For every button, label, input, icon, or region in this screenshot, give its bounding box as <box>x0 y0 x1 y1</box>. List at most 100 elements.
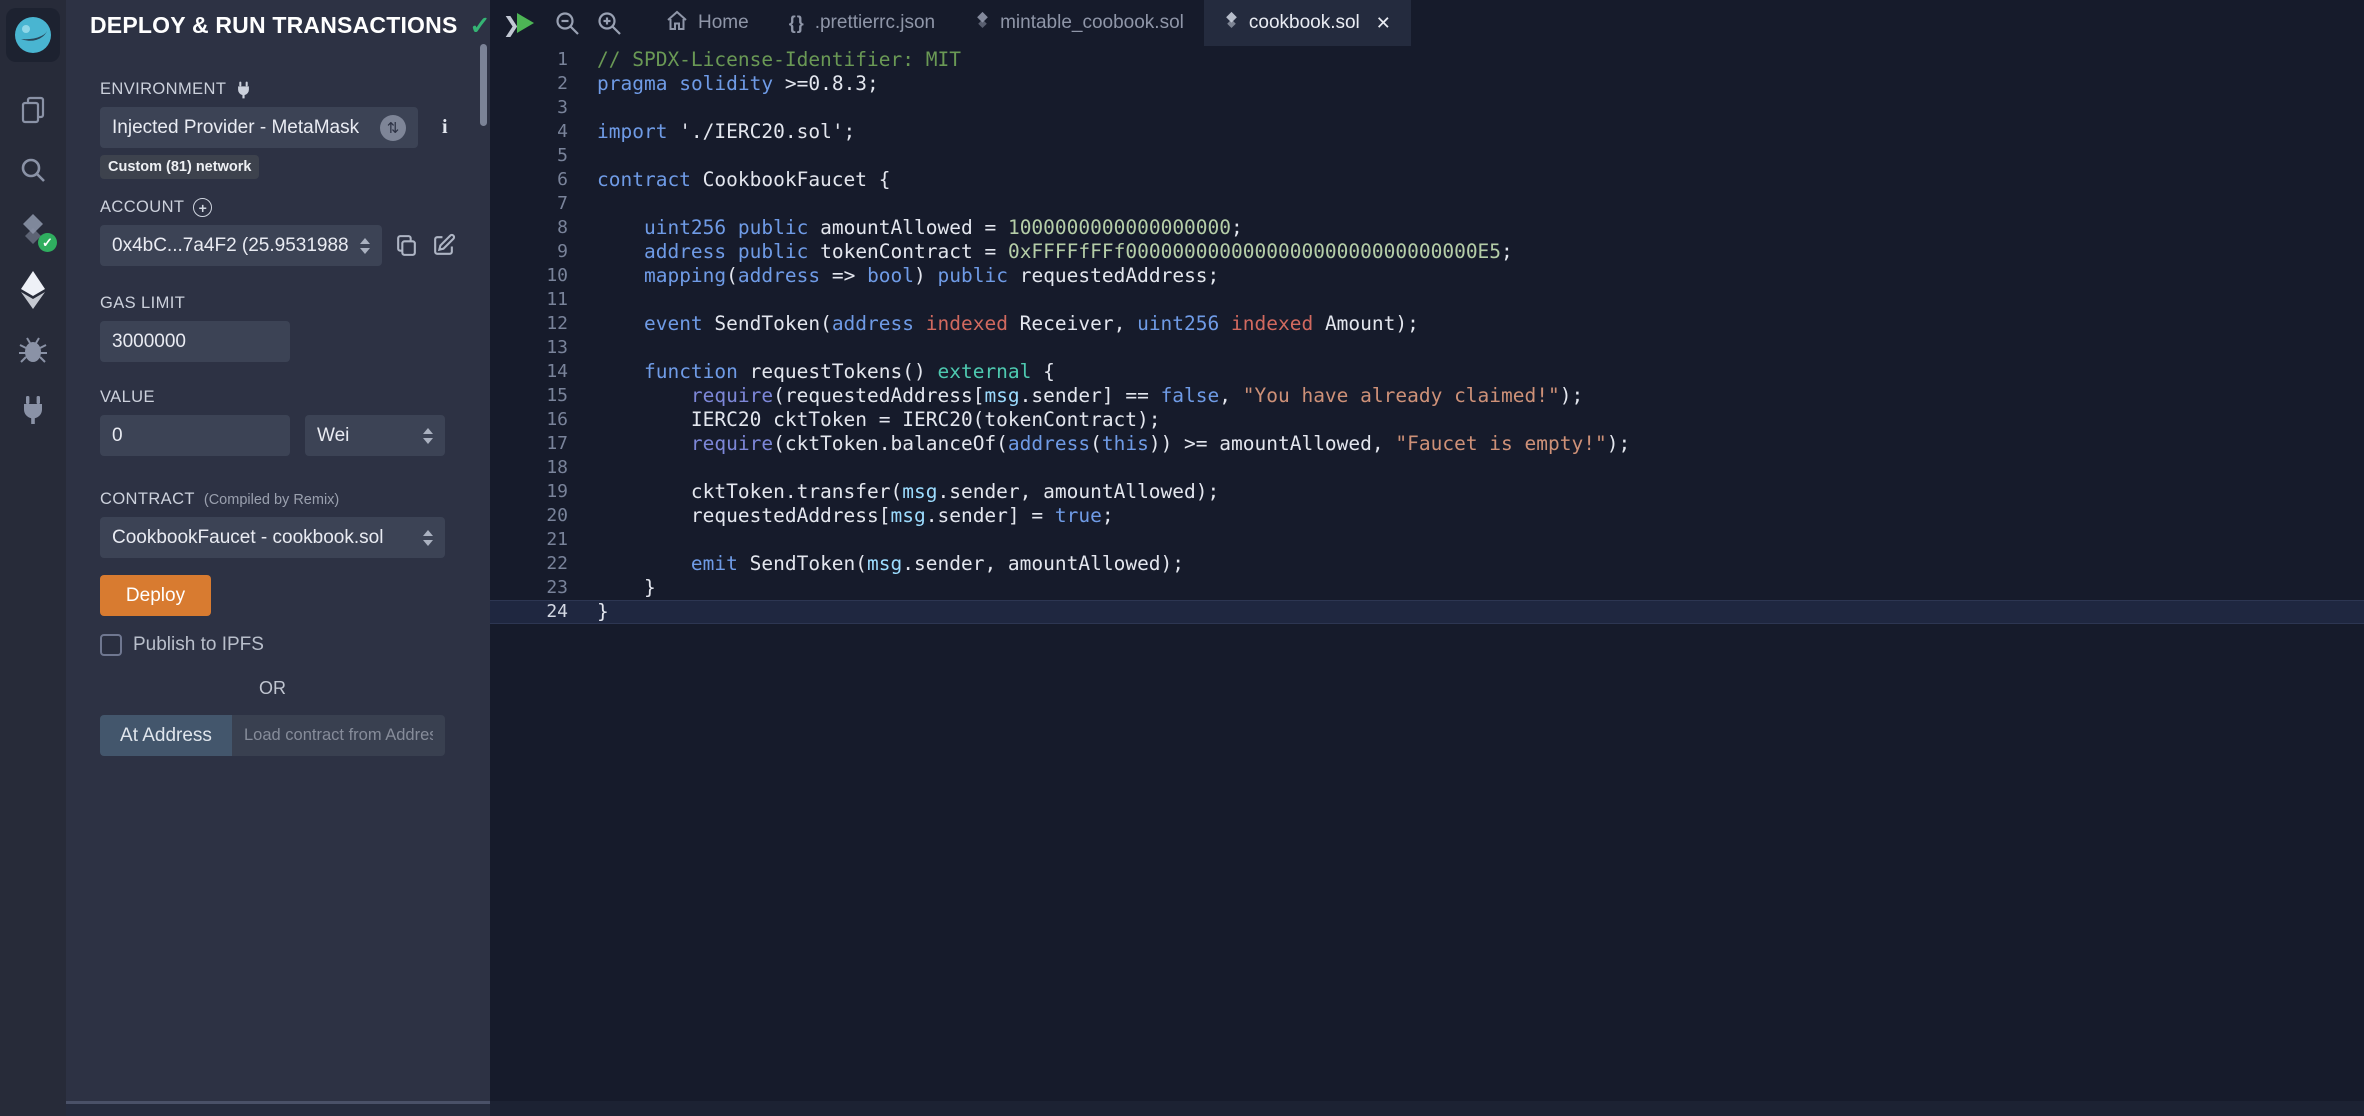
tab-label: Home <box>698 12 749 34</box>
select-stepper-icon <box>360 238 370 254</box>
code-line[interactable]: 24} <box>490 600 2364 624</box>
debugger-icon[interactable] <box>0 320 66 380</box>
contract-label: CONTRACT <box>100 490 195 509</box>
code-line[interactable]: 18 <box>490 456 2364 480</box>
code-line[interactable]: 7 <box>490 192 2364 216</box>
code-line-text: pragma solidity >=0.8.3; <box>580 72 879 96</box>
tab-prettierrc[interactable]: {} .prettierrc.json <box>769 0 955 46</box>
code-line[interactable]: 3 <box>490 96 2364 120</box>
code-line-text <box>580 192 597 216</box>
code-line[interactable]: 11 <box>490 288 2364 312</box>
code-line-text: import './IERC20.sol'; <box>580 120 855 144</box>
line-number: 4 <box>490 120 580 144</box>
editor-area: Home {} .prettierrc.json mintable_cooboo… <box>490 0 2364 1116</box>
tab-home[interactable]: Home <box>646 0 769 46</box>
code-line[interactable]: 5 <box>490 144 2364 168</box>
code-line[interactable]: 12 event SendToken(address indexed Recei… <box>490 312 2364 336</box>
remix-logo[interactable] <box>6 8 60 62</box>
code-line[interactable]: 9 address public tokenContract = 0xFFFFf… <box>490 240 2364 264</box>
home-icon <box>666 10 688 37</box>
publish-ipfs-checkbox[interactable] <box>100 634 122 656</box>
code-line[interactable]: 19 cktToken.transfer(msg.sender, amountA… <box>490 480 2364 504</box>
environment-select[interactable]: Injected Provider - MetaMask ⇅ <box>100 107 418 148</box>
environment-label: ENVIRONMENT <box>100 80 226 99</box>
line-number: 23 <box>490 576 580 600</box>
gas-limit-input[interactable] <box>100 321 290 362</box>
braces-icon: {} <box>789 13 805 34</box>
code-line[interactable]: 21 <box>490 528 2364 552</box>
contract-sublabel: (Compiled by Remix) <box>204 492 339 508</box>
value-label: VALUE <box>100 388 456 407</box>
line-number: 7 <box>490 192 580 216</box>
environment-switch-icon[interactable]: ⇅ <box>380 115 406 141</box>
search-icon[interactable] <box>0 140 66 200</box>
line-number: 22 <box>490 552 580 576</box>
line-number: 18 <box>490 456 580 480</box>
code-line[interactable]: 15 require(requestedAddress[msg.sender] … <box>490 384 2364 408</box>
code-line[interactable]: 13 <box>490 336 2364 360</box>
code-line[interactable]: 20 requestedAddress[msg.sender] = true; <box>490 504 2364 528</box>
copy-account-icon[interactable] <box>394 233 419 258</box>
compile-success-check-icon: ✓ <box>38 233 57 252</box>
account-value: 0x4bC...7a4F2 (25.9531988 <box>112 235 349 257</box>
plug-icon <box>235 81 252 99</box>
code-line-text: event SendToken(address indexed Receiver… <box>580 312 1419 336</box>
icon-sidebar: ✓ <box>0 0 66 1116</box>
value-input[interactable] <box>100 415 290 456</box>
code-line[interactable]: 10 mapping(address => bool) public reque… <box>490 264 2364 288</box>
contract-label-row: CONTRACT (Compiled by Remix) <box>100 490 456 509</box>
tab-cookbook[interactable]: cookbook.sol ✕ <box>1204 0 1411 46</box>
at-address-input[interactable] <box>232 715 445 756</box>
code-line[interactable]: 23 } <box>490 576 2364 600</box>
tab-mintable-coobook[interactable]: mintable_coobook.sol <box>955 0 1204 46</box>
deploy-button[interactable]: Deploy <box>100 575 211 616</box>
code-line-text: emit SendToken(msg.sender, amountAllowed… <box>580 552 1184 576</box>
value-unit-select[interactable]: Wei <box>305 415 445 456</box>
code-content[interactable]: 1// SPDX-License-Identifier: MIT2pragma … <box>490 46 2364 1116</box>
code-line-text: require(cktToken.balanceOf(address(this)… <box>580 432 1630 456</box>
account-label-row: ACCOUNT + <box>100 198 456 217</box>
deploy-run-panel: DEPLOY & RUN TRANSACTIONS ✓ ❯ ENVIRONMEN… <box>66 0 490 1116</box>
code-line[interactable]: 4import './IERC20.sol'; <box>490 120 2364 144</box>
code-line-text <box>580 528 597 552</box>
collapse-chevron-icon[interactable]: ❯ <box>502 13 520 38</box>
contract-select[interactable]: CookbookFaucet - cookbook.sol <box>100 517 445 558</box>
code-line-text: contract CookbookFaucet { <box>580 168 891 192</box>
line-number: 15 <box>490 384 580 408</box>
code-line-text <box>580 96 597 120</box>
code-line[interactable]: 8 uint256 public amountAllowed = 1000000… <box>490 216 2364 240</box>
environment-info-icon[interactable]: i <box>442 116 448 139</box>
code-line[interactable]: 14 function requestTokens() external { <box>490 360 2364 384</box>
zoom-in-icon[interactable] <box>588 0 630 46</box>
code-line-text: IERC20 cktToken = IERC20(tokenContract); <box>580 408 1161 432</box>
editor-tabbar: Home {} .prettierrc.json mintable_cooboo… <box>490 0 2364 46</box>
panel-header: DEPLOY & RUN TRANSACTIONS ✓ ❯ <box>66 0 490 50</box>
code-line[interactable]: 16 IERC20 cktToken = IERC20(tokenContrac… <box>490 408 2364 432</box>
remix-ide-window: ✓ DEPLOY & R <box>0 0 2364 1116</box>
panel-scrollbar[interactable] <box>480 44 487 126</box>
bottom-divider <box>66 1101 2364 1116</box>
solidity-file-icon <box>975 11 990 36</box>
account-select[interactable]: 0x4bC...7a4F2 (25.9531988 <box>100 225 382 266</box>
code-line[interactable]: 2pragma solidity >=0.8.3; <box>490 72 2364 96</box>
add-account-icon[interactable]: + <box>193 198 212 217</box>
line-number: 12 <box>490 312 580 336</box>
code-line[interactable]: 1// SPDX-License-Identifier: MIT <box>490 48 2364 72</box>
at-address-button[interactable]: At Address <box>100 715 232 756</box>
zoom-out-icon[interactable] <box>546 0 588 46</box>
code-line-text: function requestTokens() external { <box>580 360 1055 384</box>
solidity-compiler-icon[interactable]: ✓ <box>0 200 66 260</box>
panel-resize-handle[interactable] <box>66 1101 490 1116</box>
close-tab-icon[interactable]: ✕ <box>1376 13 1391 34</box>
code-line[interactable]: 6contract CookbookFaucet { <box>490 168 2364 192</box>
code-line-text <box>580 336 597 360</box>
code-line[interactable]: 17 require(cktToken.balanceOf(address(th… <box>490 432 2364 456</box>
edit-account-icon[interactable] <box>431 233 456 258</box>
plugin-manager-icon[interactable] <box>0 380 66 440</box>
account-label: ACCOUNT <box>100 198 184 217</box>
deploy-and-run-icon[interactable] <box>0 260 66 320</box>
code-line[interactable]: 22 emit SendToken(msg.sender, amountAllo… <box>490 552 2364 576</box>
line-number: 20 <box>490 504 580 528</box>
code-line-text: // SPDX-License-Identifier: MIT <box>580 48 961 72</box>
file-explorer-icon[interactable] <box>0 80 66 140</box>
